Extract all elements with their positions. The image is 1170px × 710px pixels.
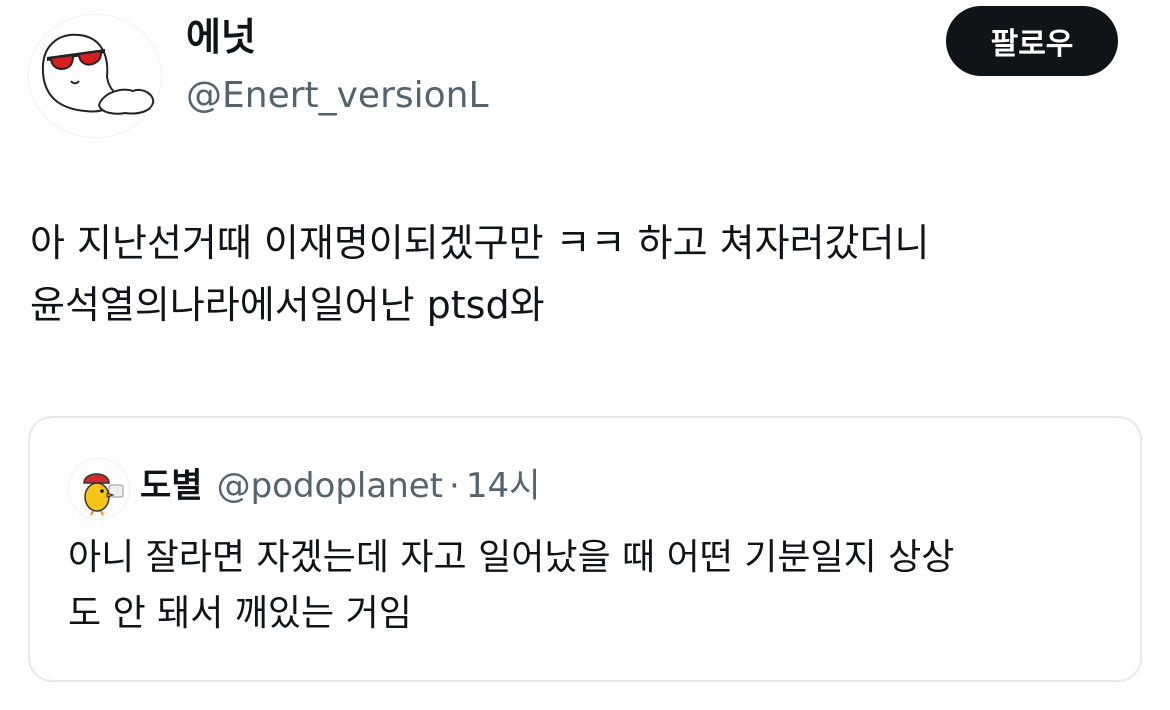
quoted-tweet-text-line: 아니 잘라면 자겠는데 자고 일어났을 때 어떤 기분일지 상상 [68, 537, 955, 578]
ghost-sunglasses-avatar-icon [41, 33, 155, 115]
tweet-text: 아 지난선거때 이재명이되겠구만 ㅋㅋ 하고 쳐자러갔더니 윤석열의나라에서일어… [30, 212, 1150, 336]
quoted-header-separator: · [449, 466, 460, 506]
quoted-tweet-timestamp[interactable]: 14시 [466, 466, 541, 506]
quoted-tweet-text: 아니 잘라면 자겠는데 자고 일어났을 때 어떤 기분일지 상상 도 안 돼서 … [68, 530, 1118, 642]
tweet-text-line: 아 지난선거때 이재명이되겠구만 ㅋㅋ 하고 쳐자러갔더니 [30, 221, 930, 265]
tweet-text-line: 윤석열의나라에서일어난 ptsd와 [30, 283, 545, 327]
duck-avatar-icon [83, 473, 124, 516]
quoted-tweet-text-line: 도 안 돼서 깨있는 거임 [68, 593, 412, 634]
author-handle[interactable]: @Enert_versionL [186, 72, 489, 120]
follow-button[interactable]: 팔로우 [946, 6, 1118, 76]
author-display-name[interactable]: 에넛 [186, 12, 256, 62]
quoted-tweet-card[interactable]: 도별 @podoplanet · 14시 아니 잘라면 자겠는데 자고 일어났을 때 … [28, 416, 1142, 682]
quoted-author-display-name[interactable]: 도별 [140, 466, 203, 506]
quoted-author-handle[interactable]: @podoplanet [217, 466, 443, 506]
quoted-tweet-header: 도별 @podoplanet · 14시 [140, 462, 540, 510]
quoted-author-avatar[interactable] [68, 458, 130, 520]
author-avatar[interactable] [28, 14, 162, 138]
